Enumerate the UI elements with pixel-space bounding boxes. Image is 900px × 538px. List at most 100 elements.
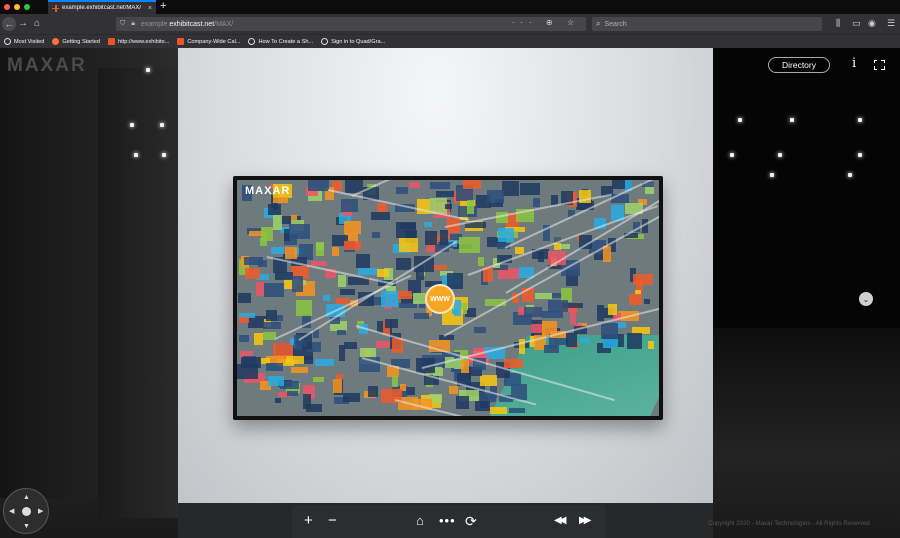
new-tab-button[interactable]: + xyxy=(160,0,166,13)
bookmark-company-calendar[interactable]: Company-Wide Cal... xyxy=(177,38,240,45)
map-tile xyxy=(332,247,339,256)
account-icon[interactable]: ◉ xyxy=(868,18,876,29)
map-tile xyxy=(356,254,370,268)
map-tile xyxy=(286,356,304,364)
map-tile xyxy=(440,230,448,245)
dpad-center-button[interactable] xyxy=(22,507,31,516)
map-tile xyxy=(271,247,284,254)
map-tile xyxy=(238,293,251,303)
map-tile xyxy=(343,393,360,402)
map-tile xyxy=(449,386,458,394)
home-button[interactable]: ⌂ xyxy=(34,17,40,31)
bookmark-getting-started[interactable]: Getting Started xyxy=(52,38,100,45)
nav-bar: ← → ⌂ ⛉ 🔒︎ example.exhibitcast.net/MAX/ … xyxy=(0,14,900,34)
bookmark-sign-in-quad[interactable]: Sign in to Quad/Gra... xyxy=(321,38,385,45)
map-tile xyxy=(524,307,542,317)
tab-close-icon[interactable]: × xyxy=(148,5,152,12)
navigation-pad[interactable]: ▲ ▼ ◀ ▶ xyxy=(3,488,49,534)
back-button[interactable]: ← xyxy=(2,17,16,31)
ceiling-light xyxy=(778,153,782,157)
next-button[interactable]: ▶▶ xyxy=(579,511,592,531)
map-tile xyxy=(608,304,617,315)
page-actions-icon[interactable]: ··· ⊕ ☆ xyxy=(512,18,580,27)
url-text[interactable]: example.exhibitcast.net/MAX/ xyxy=(141,21,233,28)
close-window-button[interactable] xyxy=(4,4,10,10)
map-tile xyxy=(409,182,420,188)
ceiling-light xyxy=(738,118,742,122)
map-tile xyxy=(490,407,507,414)
map-tile xyxy=(313,377,324,382)
menu-icon[interactable]: ☰ xyxy=(887,18,895,29)
directory-button[interactable]: Directory xyxy=(768,57,830,73)
map-tile xyxy=(633,274,653,285)
map-tile xyxy=(333,379,342,393)
map-tile xyxy=(398,291,412,299)
ceiling-light xyxy=(790,118,794,122)
ceiling-light xyxy=(162,153,166,157)
map-tile xyxy=(344,241,361,250)
map-tile xyxy=(487,190,504,203)
sidebar-icon[interactable]: ▭ xyxy=(852,18,861,29)
map-tile xyxy=(266,363,283,371)
map-tile xyxy=(241,357,261,368)
map-tile xyxy=(509,408,525,413)
map-tile xyxy=(244,257,263,265)
search-placeholder: Search xyxy=(604,20,627,28)
map-tile xyxy=(268,376,284,386)
map-tile xyxy=(266,310,277,321)
map-tile xyxy=(478,257,484,266)
zoom-out-button[interactable]: − xyxy=(328,511,337,531)
library-icon[interactable]: ⫼ xyxy=(836,18,840,29)
zoom-in-button[interactable]: + xyxy=(304,511,313,531)
booth-scene[interactable]: MAXAR WWW MAXAR Directory i ⌄ ▲ ▼ ◀ ▶ + … xyxy=(0,48,900,538)
minimize-window-button[interactable] xyxy=(14,4,20,10)
url-bar[interactable]: ⛉ 🔒︎ example.exhibitcast.net/MAX/ ··· ⊕ … xyxy=(116,17,586,31)
refresh-icon[interactable]: ⟳ xyxy=(465,511,477,531)
lock-icon[interactable]: 🔒︎ xyxy=(131,20,135,28)
forward-button[interactable]: → xyxy=(18,17,28,31)
bookmark-most-visited[interactable]: Most Visited xyxy=(4,38,44,45)
left-pillar xyxy=(98,68,178,518)
arrow-left-icon[interactable]: ◀ xyxy=(9,508,14,515)
arrow-down-icon[interactable]: ▼ xyxy=(23,523,30,530)
map-tile xyxy=(463,180,481,189)
copyright-text: Copyright 2020 - Maxar Technologies - Al… xyxy=(708,520,870,527)
map-tile xyxy=(566,333,577,347)
display-screen[interactable]: MAXAR WWW xyxy=(233,176,663,420)
chevron-down-icon[interactable]: ⌄ xyxy=(859,292,873,306)
map-tile xyxy=(644,299,650,304)
map-tile xyxy=(292,276,303,292)
map-tile xyxy=(392,376,398,387)
search-input[interactable]: ⌕ Search xyxy=(592,17,822,31)
info-button[interactable]: i xyxy=(852,56,856,71)
fullscreen-icon[interactable] xyxy=(873,59,885,70)
active-tab[interactable]: example.exhibitcast.net/MAX/ × xyxy=(48,0,156,14)
ceiling-light xyxy=(146,68,150,72)
bookmark-exhibitcast[interactable]: http://www.exhibito... xyxy=(108,38,169,45)
shield-icon[interactable]: ⛉ xyxy=(120,20,125,28)
more-icon[interactable]: ••• xyxy=(439,511,456,531)
arrow-up-icon[interactable]: ▲ xyxy=(23,494,30,501)
previous-button[interactable]: ◀◀ xyxy=(554,511,567,531)
bookmark-how-to-create[interactable]: How To Create a Sh... xyxy=(248,38,313,45)
map-tile xyxy=(601,323,618,339)
maximize-window-button[interactable] xyxy=(24,4,30,10)
map-tile xyxy=(245,268,260,279)
map-tile xyxy=(273,215,282,230)
arrow-right-icon[interactable]: ▶ xyxy=(38,508,43,515)
map-image[interactable]: MAXAR WWW xyxy=(237,180,659,416)
map-tile xyxy=(261,227,273,241)
home-icon[interactable]: ⌂ xyxy=(416,511,424,531)
screen-brand-logo: MAXAR xyxy=(245,185,291,197)
map-tile xyxy=(285,247,297,259)
map-tile xyxy=(399,238,418,252)
map-tile xyxy=(340,289,355,295)
www-hotspot[interactable]: WWW xyxy=(425,284,455,314)
ceiling-light xyxy=(134,153,138,157)
map-tile xyxy=(316,242,324,256)
map-tile xyxy=(430,182,450,189)
map-tile xyxy=(276,315,283,321)
map-tile xyxy=(275,398,281,403)
map-tile xyxy=(445,204,452,209)
bookmarks-toolbar: Most Visited Getting Started http://www.… xyxy=(0,34,900,48)
